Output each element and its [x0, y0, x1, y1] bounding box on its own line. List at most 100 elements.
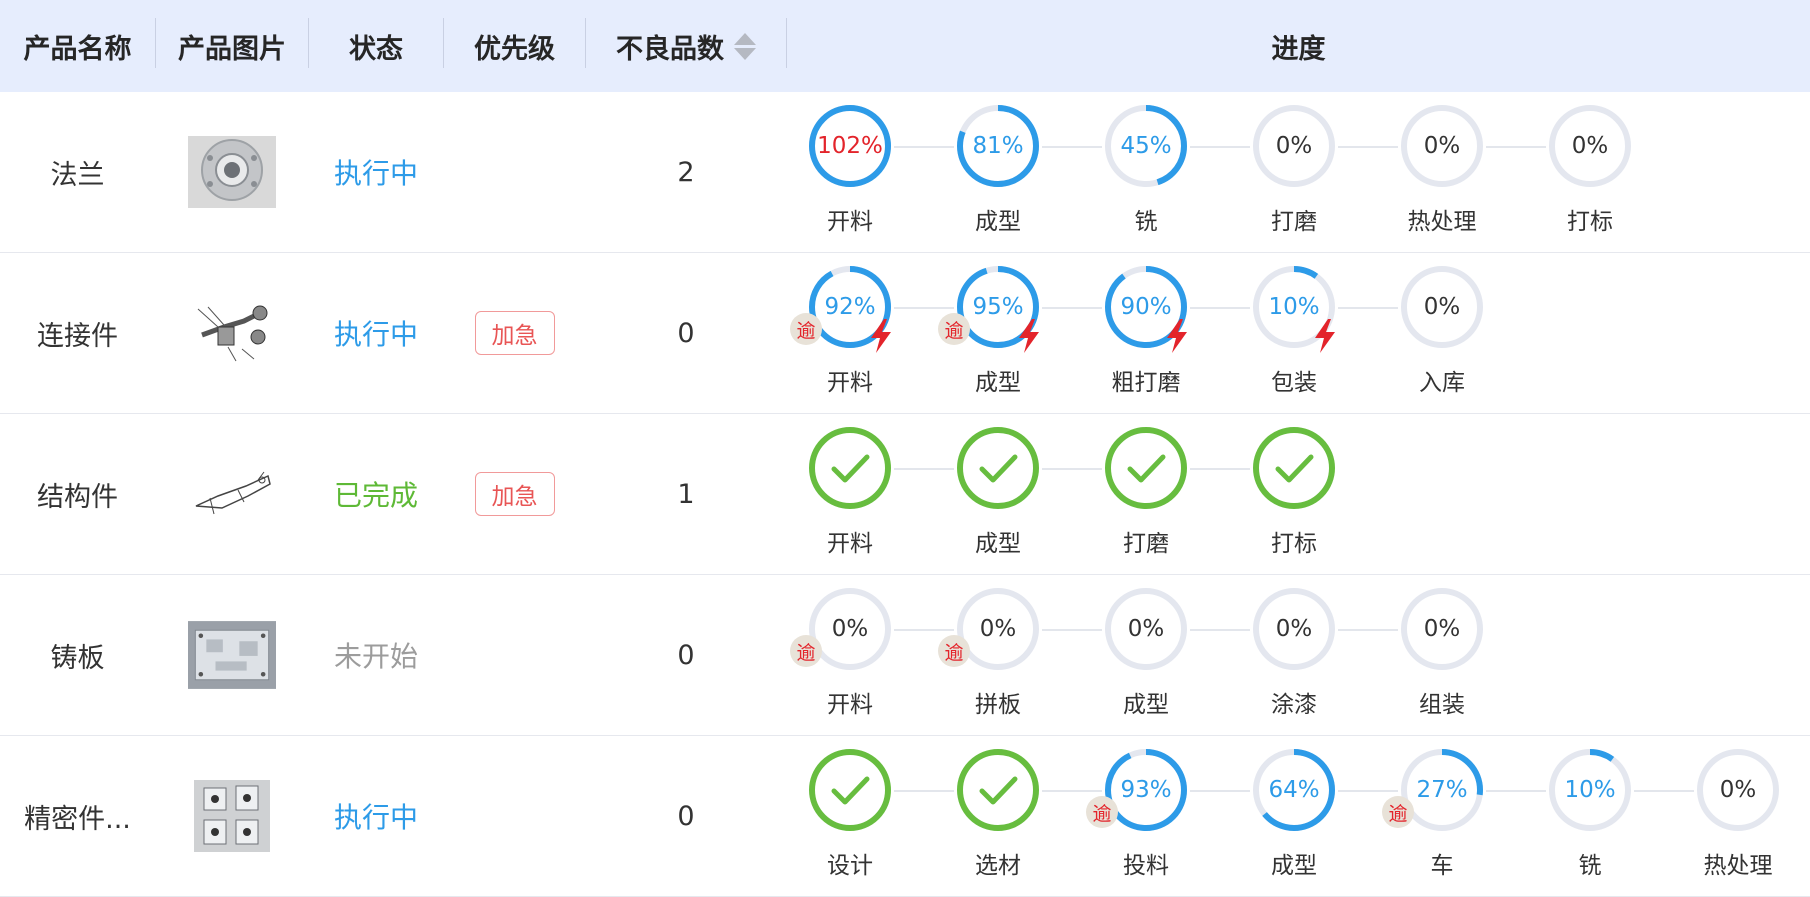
status-text: 执行中: [333, 801, 418, 834]
product-image-cell: [156, 414, 308, 574]
col-header-status[interactable]: 状态: [309, 0, 443, 92]
step-开料[interactable]: 102% 开料: [790, 102, 910, 242]
product-image-cell: [156, 92, 308, 252]
step-入库[interactable]: 0% 入库: [1382, 263, 1502, 403]
check-circle-icon: [1102, 424, 1190, 512]
col-header-priority-label: 优先级: [474, 33, 555, 65]
step-percent: 45%: [1120, 133, 1172, 159]
table-row[interactable]: 铸板 未开始 0 0% 逾开料 0% 逾拼板 0% 成型 0% 涂漆 0% 组装: [0, 575, 1810, 736]
col-header-product-image-label: 产品图片: [178, 33, 286, 65]
step-开料[interactable]: 92% 逾开料: [790, 263, 910, 403]
priority-cell: [444, 736, 585, 896]
status-text: 执行中: [333, 157, 418, 190]
col-header-product-image[interactable]: 产品图片: [156, 0, 308, 92]
col-header-product-name[interactable]: 产品名称: [0, 0, 155, 92]
product-image-cell: [156, 253, 308, 413]
product-name: 精密件...: [24, 803, 131, 835]
flange-photo-icon[interactable]: [188, 136, 276, 208]
step-铣[interactable]: 45% 铣: [1086, 102, 1206, 242]
progress-steps: 0% 逾开料 0% 逾拼板 0% 成型 0% 涂漆 0% 组装: [790, 575, 1810, 735]
priority-cell: [444, 575, 585, 735]
check-circle-icon: [806, 746, 894, 834]
col-header-product-name-label: 产品名称: [23, 33, 132, 65]
product-name: 结构件: [37, 481, 118, 513]
table-row[interactable]: 结构件 已完成 加急 1 开料 成型 打磨 打标: [0, 414, 1810, 575]
sort-desc-icon[interactable]: [734, 47, 756, 60]
step-热处理[interactable]: 0% 热处理: [1678, 746, 1798, 886]
step-组装[interactable]: 0% 组装: [1382, 585, 1502, 725]
step-label: 包装: [1271, 370, 1317, 396]
progress-ring: 0%: [1398, 585, 1486, 673]
step-percent: 0%: [1423, 294, 1461, 320]
col-header-priority[interactable]: 优先级: [444, 0, 585, 92]
progress-ring: 0%: [1250, 102, 1338, 190]
status-text: 已完成: [333, 479, 418, 512]
table-row[interactable]: 精密件... 执行中 0 设计 选材 93% 逾投料 64% 成型 27% 逾车 10% 铣 0% 热处理: [0, 736, 1810, 897]
product-image-cell: [156, 736, 308, 896]
progress-ring: 0% 逾: [790, 585, 894, 673]
step-label: 设计: [827, 853, 873, 879]
step-label: 热处理: [1703, 853, 1773, 879]
col-header-defects[interactable]: 不良品数: [586, 0, 786, 92]
step-percent: 0%: [1275, 616, 1313, 642]
step-成型[interactable]: 64% 成型: [1234, 746, 1354, 886]
step-label: 入库: [1419, 370, 1465, 396]
step-label: 成型: [1271, 853, 1317, 879]
step-开料[interactable]: 开料: [790, 424, 910, 564]
progress-ring: 10%: [1546, 746, 1634, 834]
check-circle-icon: [954, 746, 1042, 834]
structure-drawing-icon[interactable]: [188, 458, 276, 530]
progress-ring: 0%: [1250, 585, 1338, 673]
step-打磨[interactable]: 打磨: [1086, 424, 1206, 564]
progress-ring: 0%: [1102, 585, 1190, 673]
step-label: 成型: [975, 209, 1021, 235]
step-percent: 10%: [1564, 777, 1616, 803]
step-包装[interactable]: 10% 包装: [1234, 263, 1354, 403]
step-开料[interactable]: 0% 逾开料: [790, 585, 910, 725]
progress-ring: 93% 逾: [1086, 746, 1190, 834]
step-涂漆[interactable]: 0% 涂漆: [1234, 585, 1354, 725]
step-label: 成型: [975, 370, 1021, 396]
lightning-icon: [1315, 319, 1335, 353]
overdue-badge: 逾: [938, 313, 970, 345]
step-label: 成型: [1123, 692, 1169, 718]
table-row[interactable]: 法兰 执行中 2 102% 开料 81% 成型 45% 铣 0% 打磨 0% 热处理 0% 打标: [0, 92, 1810, 253]
step-成型[interactable]: 成型: [938, 424, 1058, 564]
overdue-badge: 逾: [790, 313, 822, 345]
step-投料[interactable]: 93% 逾投料: [1086, 746, 1206, 886]
step-拼板[interactable]: 0% 逾拼板: [938, 585, 1058, 725]
table-row[interactable]: 连接件 执行中 加急 0 92% 逾开料 95% 逾成型 90% 粗打磨 10% 包装 0% 入库: [0, 253, 1810, 414]
casting-plate-photo-icon[interactable]: [188, 619, 276, 691]
step-铣[interactable]: 10% 铣: [1530, 746, 1650, 886]
status-text: 执行中: [333, 318, 418, 351]
sort-icon[interactable]: [734, 32, 756, 60]
priority-cell: [444, 92, 585, 252]
progress-ring: 0%: [1694, 746, 1782, 834]
step-label: 打标: [1567, 209, 1613, 235]
sort-asc-icon[interactable]: [734, 32, 756, 45]
connector-drawing-icon[interactable]: [188, 297, 276, 369]
step-label: 车: [1430, 853, 1454, 879]
progress-ring: 64%: [1250, 746, 1338, 834]
step-label: 打标: [1271, 531, 1317, 557]
step-label: 成型: [975, 531, 1021, 557]
step-粗打磨[interactable]: 90% 粗打磨: [1086, 263, 1206, 403]
precision-parts-photo-icon[interactable]: [188, 780, 276, 852]
step-热处理[interactable]: 0% 热处理: [1382, 102, 1502, 242]
step-选材[interactable]: 选材: [938, 746, 1058, 886]
progress-steps: 设计 选材 93% 逾投料 64% 成型 27% 逾车 10% 铣 0% 热处理: [790, 736, 1810, 896]
progress-steps: 开料 成型 打磨 打标: [790, 414, 1810, 574]
step-打标[interactable]: 0% 打标: [1530, 102, 1650, 242]
step-打磨[interactable]: 0% 打磨: [1234, 102, 1354, 242]
step-设计[interactable]: 设计: [790, 746, 910, 886]
step-打标[interactable]: 打标: [1234, 424, 1354, 564]
col-header-progress[interactable]: 进度: [787, 0, 1810, 92]
step-成型[interactable]: 81% 成型: [938, 102, 1058, 242]
step-成型[interactable]: 0% 成型: [1086, 585, 1206, 725]
progress-ring: 45%: [1102, 102, 1190, 190]
step-成型[interactable]: 95% 逾成型: [938, 263, 1058, 403]
check-circle-icon: [1250, 424, 1338, 512]
step-车[interactable]: 27% 逾车: [1382, 746, 1502, 886]
defect-count: 0: [677, 639, 695, 671]
priority-tag: 加急: [474, 311, 555, 355]
